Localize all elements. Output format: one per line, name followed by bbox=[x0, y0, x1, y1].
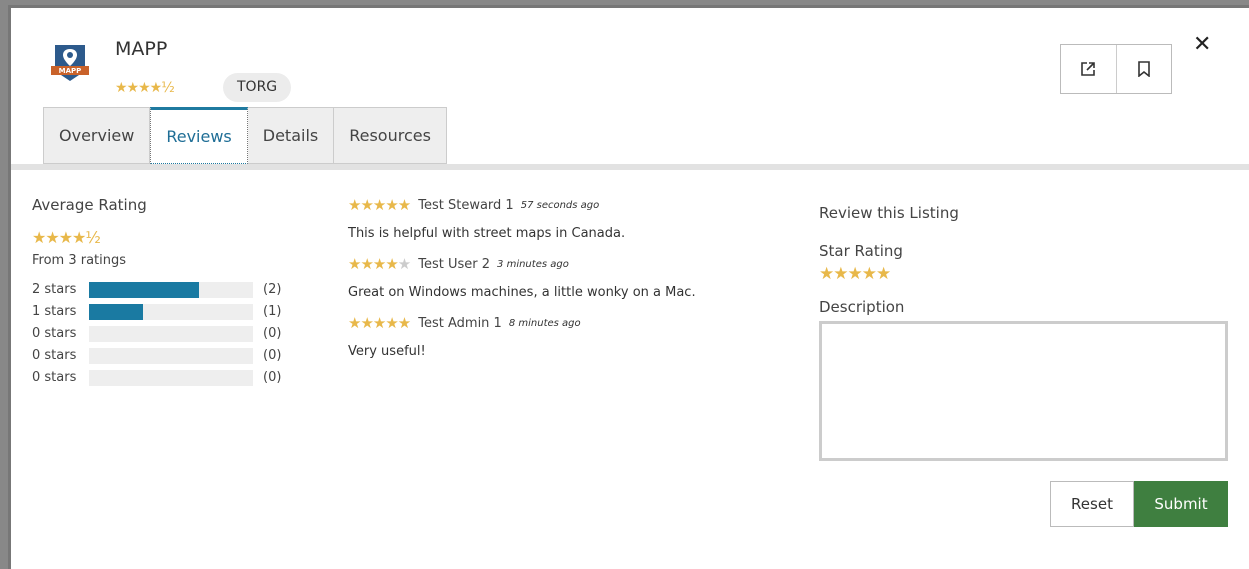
external-link-icon bbox=[1081, 62, 1096, 76]
submit-button[interactable]: Submit bbox=[1134, 481, 1228, 527]
tab-reviews[interactable]: Reviews bbox=[150, 107, 248, 164]
listing-tabs: Overview Reviews Details Resources bbox=[43, 107, 447, 164]
bar-track bbox=[89, 369, 253, 386]
bar-count: (2) bbox=[263, 282, 282, 297]
bar-fill bbox=[89, 303, 144, 320]
mapp-logo: MAPP bbox=[51, 45, 89, 81]
review-stars: ★★★★★ bbox=[348, 255, 411, 273]
review-author: Test User 2 bbox=[418, 256, 491, 272]
review-stars: ★★★★★ bbox=[348, 196, 411, 214]
rating-bar-row: 0 stars (0) bbox=[32, 346, 302, 365]
average-stars: ★★★★½ bbox=[32, 228, 101, 247]
bar-label: 1 stars bbox=[32, 304, 77, 319]
review-text: Very useful! bbox=[348, 344, 426, 359]
review-author: Test Admin 1 bbox=[418, 315, 502, 331]
review-form: Review this Listing Star Rating ★★★★★ De… bbox=[819, 204, 1229, 465]
listing-actions bbox=[1060, 44, 1172, 94]
close-icon[interactable]: ✕ bbox=[1193, 34, 1211, 56]
star-rating-input[interactable]: ★★★★★ bbox=[819, 264, 1229, 284]
listing-title: MAPP bbox=[115, 38, 168, 60]
review-header: ★★★★★ Test Steward 1 57 seconds ago bbox=[348, 196, 768, 214]
header-star-rating: ★★★★½ bbox=[115, 80, 175, 96]
review-header: ★★★★★ Test User 2 3 minutes ago bbox=[348, 255, 768, 273]
ratings-count: From 3 ratings bbox=[32, 253, 127, 268]
review-item: ★★★★★ Test User 2 3 minutes ago Great on… bbox=[348, 255, 768, 300]
bar-label: 0 stars bbox=[32, 348, 77, 363]
description-field[interactable] bbox=[819, 321, 1228, 461]
average-rating-panel: Average Rating ★★★★½ From 3 ratings 2 st… bbox=[32, 196, 302, 390]
review-item: ★★★★★ Test Admin 1 8 minutes ago Very us… bbox=[348, 314, 768, 359]
review-time: 3 minutes ago bbox=[497, 258, 569, 270]
review-form-heading: Review this Listing bbox=[819, 204, 959, 222]
description-label: Description bbox=[819, 298, 905, 316]
bar-count: (1) bbox=[263, 304, 282, 319]
bar-label: 2 stars bbox=[32, 282, 77, 297]
review-time: 8 minutes ago bbox=[508, 317, 581, 329]
bar-fill bbox=[89, 281, 199, 298]
form-buttons: Reset Submit bbox=[1050, 481, 1228, 527]
rating-breakdown: 2 stars (2) 1 stars (1) 0 stars (0) 0 st… bbox=[32, 280, 302, 387]
bar-track bbox=[89, 347, 253, 364]
bar-label: 0 stars bbox=[32, 370, 77, 385]
bar-label: 0 stars bbox=[32, 326, 77, 341]
tab-overview[interactable]: Overview bbox=[43, 107, 151, 164]
bookmark-icon bbox=[1137, 61, 1150, 77]
rating-bar-row: 1 stars (1) bbox=[32, 302, 302, 321]
header-divider bbox=[11, 164, 1249, 170]
review-stars: ★★★★★ bbox=[348, 314, 411, 332]
open-listing-button[interactable] bbox=[1061, 45, 1116, 93]
average-rating-heading: Average Rating bbox=[32, 196, 147, 214]
bar-track bbox=[89, 325, 253, 342]
rating-bar-row: 0 stars (0) bbox=[32, 324, 302, 343]
rating-bar-row: 0 stars (0) bbox=[32, 368, 302, 387]
bar-count: (0) bbox=[263, 348, 282, 363]
bar-count: (0) bbox=[263, 326, 282, 341]
bar-track bbox=[89, 281, 253, 298]
tab-resources[interactable]: Resources bbox=[334, 107, 447, 164]
star-rating-label: Star Rating bbox=[819, 242, 903, 260]
bar-track bbox=[89, 303, 253, 320]
review-text: Great on Windows machines, a little wonk… bbox=[348, 285, 696, 300]
listing-header: MAPP MAPP ★★★★½ TORG ✕ Overview Reviews … bbox=[11, 8, 1249, 164]
bar-count: (0) bbox=[263, 370, 282, 385]
listing-modal: MAPP MAPP ★★★★½ TORG ✕ Overview Reviews … bbox=[8, 5, 1249, 569]
logo-text: MAPP bbox=[59, 67, 82, 75]
review-header: ★★★★★ Test Admin 1 8 minutes ago bbox=[348, 314, 768, 332]
review-text: This is helpful with street maps in Cana… bbox=[348, 226, 626, 241]
agency-tag[interactable]: TORG bbox=[223, 73, 292, 102]
rating-bar-row: 2 stars (2) bbox=[32, 280, 302, 299]
reset-button[interactable]: Reset bbox=[1050, 481, 1134, 527]
review-time: 57 seconds ago bbox=[520, 199, 600, 211]
bookmark-button[interactable] bbox=[1115, 45, 1172, 93]
reviews-list: ★★★★★ Test Steward 1 57 seconds ago This… bbox=[348, 196, 768, 373]
review-item: ★★★★★ Test Steward 1 57 seconds ago This… bbox=[348, 196, 768, 241]
review-author: Test Steward 1 bbox=[418, 197, 514, 213]
tab-details[interactable]: Details bbox=[247, 107, 335, 164]
